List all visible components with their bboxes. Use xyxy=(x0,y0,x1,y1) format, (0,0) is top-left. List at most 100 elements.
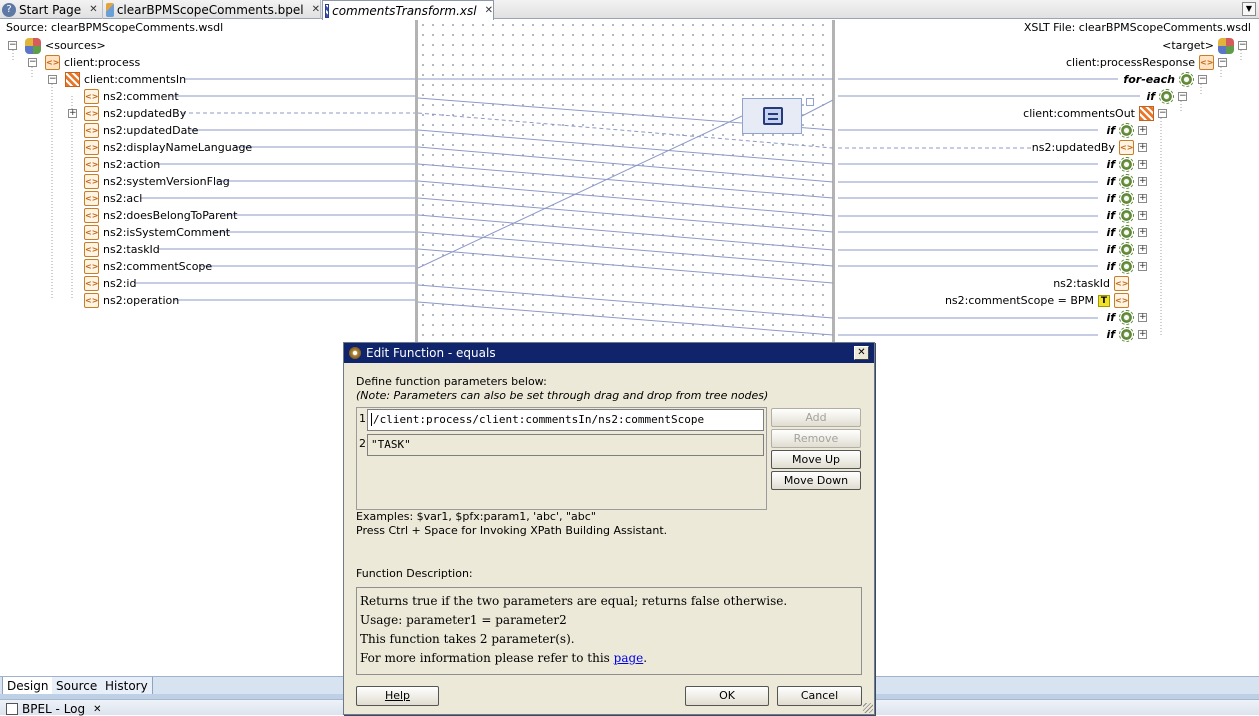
dialog-title-bar[interactable]: Edit Function - equals xyxy=(344,343,874,363)
tree-node-if[interactable]: if + xyxy=(1106,309,1147,326)
tree-node-if[interactable]: if + xyxy=(1106,190,1147,207)
tree-node-field[interactable]: <> ns2:acl xyxy=(84,190,142,207)
ok-button[interactable]: OK xyxy=(685,686,769,706)
tree-node-field[interactable]: <> ns2:commentScope xyxy=(84,258,212,275)
page-link[interactable]: page xyxy=(614,651,644,665)
resize-grip-icon[interactable] xyxy=(863,703,873,713)
tree-label: client:commentsIn xyxy=(84,73,187,86)
element-icon: <> xyxy=(84,174,99,189)
tree-node-field[interactable]: <> ns2:isSystemComment xyxy=(84,224,230,241)
close-icon[interactable]: ✕ xyxy=(854,346,869,360)
element-icon: <> xyxy=(84,208,99,223)
tab-source[interactable]: Source xyxy=(52,677,103,695)
remove-button[interactable]: Remove xyxy=(771,429,861,448)
parameter-row[interactable]: 1 /client:process/client:commentsIn/ns2:… xyxy=(357,408,766,432)
tree-node-field[interactable]: <> ns2:updatedDate xyxy=(84,122,198,139)
complex-type-icon xyxy=(65,72,80,87)
element-icon: <> xyxy=(84,293,99,308)
collapse-icon[interactable]: − xyxy=(48,75,57,84)
tree-node-field[interactable]: <> ns2:action xyxy=(84,156,160,173)
tree-label: client:commentsOut xyxy=(1023,107,1135,120)
close-icon[interactable]: ✕ xyxy=(93,704,101,715)
parameter-2-input[interactable]: "TASK" xyxy=(367,434,764,456)
collapse-icon[interactable]: − xyxy=(1198,75,1207,84)
tab-history[interactable]: History xyxy=(101,677,153,695)
tree-node-process-response[interactable]: client:processResponse <> − xyxy=(1066,54,1227,71)
hint-text: Press Ctrl + Space for Invoking XPath Bu… xyxy=(356,524,668,537)
parameter-row[interactable]: 2 "TASK" xyxy=(357,433,766,457)
tree-node-if[interactable]: if + xyxy=(1106,224,1147,241)
tree-node-field[interactable]: <> ns2:taskId xyxy=(84,241,160,258)
tree-node-comments-out[interactable]: client:commentsOut − xyxy=(1023,105,1167,122)
xsl-gear-icon xyxy=(1119,225,1134,240)
tree-label: if xyxy=(1106,226,1115,239)
tree-node-field[interactable]: <> ns2:comment xyxy=(84,88,179,105)
move-down-button[interactable]: Move Down xyxy=(771,471,861,490)
tree-node-if[interactable]: if + xyxy=(1106,122,1147,139)
parameter-number: 2 xyxy=(359,437,366,450)
expand-icon[interactable]: + xyxy=(1138,313,1147,322)
expand-icon[interactable]: + xyxy=(1138,330,1147,339)
move-up-button[interactable]: Move Up xyxy=(771,450,861,469)
collapse-icon[interactable]: − xyxy=(28,58,37,67)
expand-icon[interactable]: + xyxy=(1138,160,1147,169)
tree-node-sources[interactable]: − <sources> xyxy=(8,37,106,54)
tree-label: ns2:commentScope xyxy=(103,260,213,273)
expand-icon[interactable]: + xyxy=(1138,211,1147,220)
expand-icon[interactable]: + xyxy=(1138,194,1147,203)
tree-node-field[interactable]: ns2:updatedBy <> + xyxy=(1032,139,1147,156)
tree-node-if[interactable]: if + xyxy=(1106,156,1147,173)
tree-node-if[interactable]: if + xyxy=(1106,173,1147,190)
collapse-icon[interactable]: − xyxy=(1218,58,1227,67)
tree-node-target[interactable]: <target> − xyxy=(1162,37,1247,54)
tree-node-field[interactable]: ns2:taskId <> xyxy=(1053,275,1129,292)
add-button[interactable]: Add xyxy=(771,408,861,427)
tree-node-if[interactable]: if + xyxy=(1106,241,1147,258)
tree-node-field[interactable]: ns2:commentScope = BPM T <> xyxy=(945,292,1129,309)
expand-icon[interactable]: + xyxy=(1138,177,1147,186)
equals-function-icon[interactable] xyxy=(763,107,783,125)
expand-icon[interactable]: + xyxy=(1138,228,1147,237)
tab-label: BPEL - Log xyxy=(22,702,86,716)
tree-node-field[interactable]: <> ns2:doesBelongToParent xyxy=(84,207,237,224)
expand-icon[interactable]: + xyxy=(1138,245,1147,254)
element-icon: <> xyxy=(84,259,99,274)
tree-node-process[interactable]: − <> client:process xyxy=(28,54,140,71)
collapse-icon[interactable]: − xyxy=(1178,92,1187,101)
tab-design[interactable]: Design xyxy=(2,677,54,695)
tree-node-if[interactable]: if + xyxy=(1106,207,1147,224)
tree-label: ns2:id xyxy=(103,277,137,290)
expand-icon[interactable]: + xyxy=(1138,126,1147,135)
tree-node-field[interactable]: <> ns2:id xyxy=(84,275,136,292)
tree-node-field[interactable]: <> ns2:operation xyxy=(84,292,179,309)
tree-node-field[interactable]: <> ns2:systemVersionFlag xyxy=(84,173,230,190)
tree-node-field[interactable]: <> ns2:displayNameLanguage xyxy=(84,139,252,156)
note-text: (Note: Parameters can also be set throug… xyxy=(356,389,769,402)
parameter-1-input[interactable]: /client:process/client:commentsIn/ns2:co… xyxy=(367,409,764,431)
tree-label: ns2:updatedBy xyxy=(103,107,187,120)
cancel-button[interactable]: Cancel xyxy=(777,686,862,706)
xsl-gear-icon xyxy=(1119,157,1134,172)
tree-node-for-each[interactable]: for-each − xyxy=(1123,71,1207,88)
help-button[interactable]: Help xyxy=(356,686,439,706)
tab-bpel-log[interactable]: BPEL - Log ✕ xyxy=(6,702,102,716)
tree-node-if[interactable]: if + xyxy=(1106,258,1147,275)
element-icon: <> xyxy=(1114,276,1129,291)
tree-node-if[interactable]: if − xyxy=(1146,88,1187,105)
edit-function-dialog: Edit Function - equals ✕ Define function… xyxy=(343,342,875,715)
sources-icon xyxy=(25,37,41,54)
element-icon: <> xyxy=(84,106,99,121)
expand-icon[interactable]: + xyxy=(1138,262,1147,271)
tree-node-if[interactable]: if + xyxy=(1106,326,1147,343)
parameters-list[interactable]: 1 /client:process/client:commentsIn/ns2:… xyxy=(356,407,767,510)
tree-node-field[interactable]: + <> ns2:updatedBy xyxy=(68,105,186,122)
function-icon xyxy=(348,346,362,360)
element-icon: <> xyxy=(84,123,99,138)
collapse-icon[interactable]: − xyxy=(1238,41,1247,50)
function-output-port-icon[interactable] xyxy=(806,98,814,106)
expand-icon[interactable]: + xyxy=(1138,143,1147,152)
tree-node-comments-in[interactable]: − client:commentsIn xyxy=(48,71,186,88)
collapse-icon[interactable]: − xyxy=(8,41,17,50)
expand-icon[interactable]: + xyxy=(68,109,77,118)
collapse-icon[interactable]: − xyxy=(1158,109,1167,118)
